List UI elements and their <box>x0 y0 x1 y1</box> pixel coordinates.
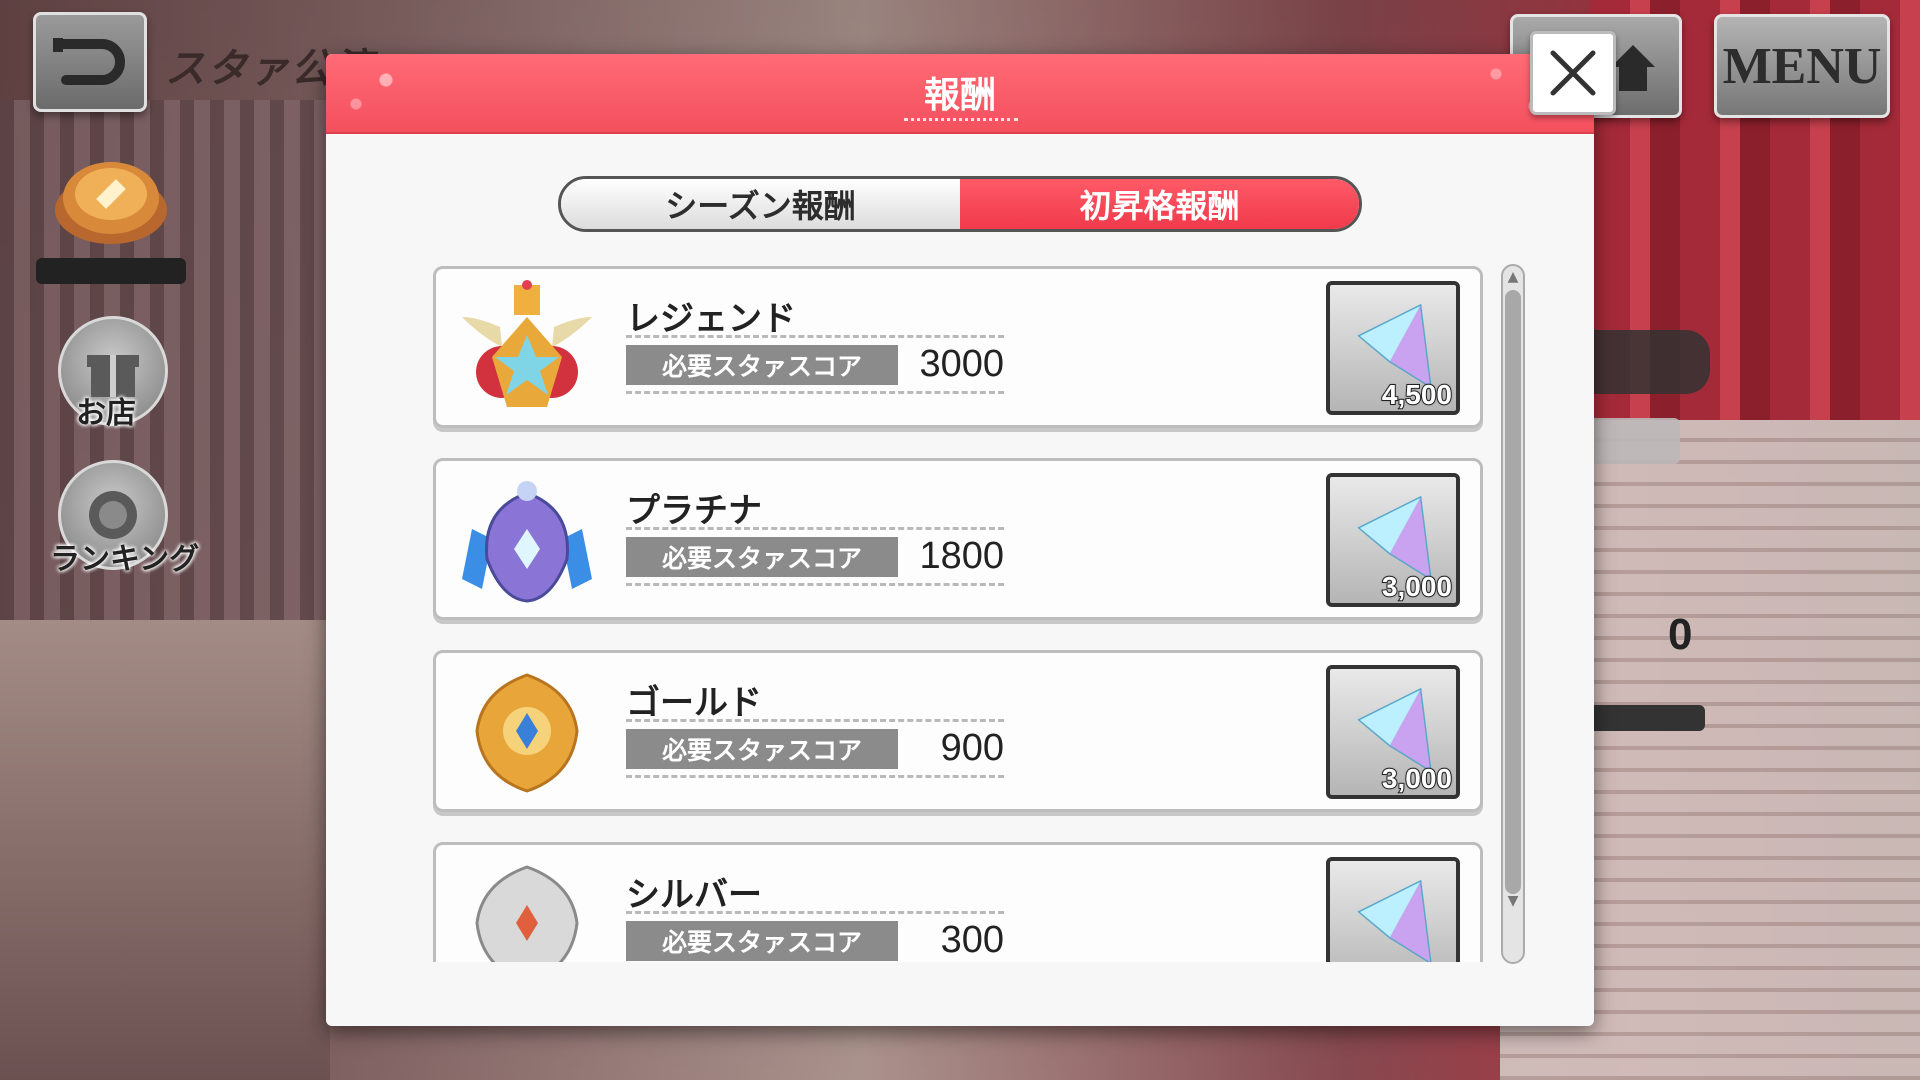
chevron-down-icon[interactable]: ▼ <box>1506 894 1520 908</box>
reward-row-legend: レジェンド 必要スタァスコア 3000 4,500 <box>433 266 1483 428</box>
menu-button[interactable]: MENU <box>1714 14 1890 118</box>
shop-label: お店 <box>76 396 136 431</box>
required-score-label: 必要スタァスコア <box>626 921 898 961</box>
reward-item[interactable] <box>1326 857 1460 962</box>
divider <box>626 335 1004 338</box>
reward-list[interactable]: レジェンド 必要スタァスコア 3000 4,500 プラチナ 必要スタァスコア … <box>433 266 1483 962</box>
tab-first-promotion-rewards[interactable]: 初昇格報酬 <box>960 179 1359 229</box>
divider <box>626 527 1004 530</box>
dialog-header: 報酬 <box>326 54 1594 134</box>
divider <box>626 911 1004 914</box>
star-gem-icon <box>1357 879 1432 962</box>
reward-tabs: シーズン報酬 初昇格報酬 <box>558 176 1362 232</box>
silver-emblem-icon <box>475 865 579 962</box>
dialog-title: 報酬 <box>923 75 996 116</box>
required-score-value: 900 <box>940 727 1004 769</box>
background-counter: 0 <box>1668 610 1693 659</box>
required-score-label: 必要スタァスコア <box>626 537 898 577</box>
required-score-label: 必要スタァスコア <box>626 345 898 385</box>
coin-counter-bar <box>36 258 186 284</box>
close-icon <box>1550 50 1596 96</box>
coin-icon <box>55 162 167 244</box>
reward-item[interactable]: 3,000 <box>1326 665 1460 799</box>
rewards-dialog: 報酬 シーズン報酬 初昇格報酬 レジェンド 必要スタァスコア 3000 4,50… <box>326 54 1594 1026</box>
background-bar <box>1575 705 1705 731</box>
reward-row-silver: シルバー 必要スタァスコア 300 <box>433 842 1483 962</box>
tab-season-rewards[interactable]: シーズン報酬 <box>561 179 960 229</box>
back-button[interactable] <box>33 12 147 112</box>
background-floor <box>0 620 330 1080</box>
list-scrollbar[interactable]: ▲ ▼ <box>1501 264 1525 964</box>
back-arrow-icon <box>53 38 125 85</box>
divider <box>626 775 1004 778</box>
platinum-emblem-icon <box>462 481 592 603</box>
scroll-thumb[interactable] <box>1505 290 1521 894</box>
reward-item[interactable]: 3,000 <box>1326 473 1460 607</box>
required-score-value: 1800 <box>919 535 1004 577</box>
rank-name: ゴールド <box>626 683 762 723</box>
reward-row-gold: ゴールド 必要スタァスコア 900 3,000 <box>433 650 1483 812</box>
rank-name: レジェンド <box>626 299 796 339</box>
close-button[interactable] <box>1530 31 1616 115</box>
required-score-value: 3000 <box>919 343 1004 385</box>
reward-count: 3,000 <box>1381 570 1453 603</box>
divider <box>626 391 1004 394</box>
divider <box>626 719 1004 722</box>
ranking-label: ランキング <box>50 542 200 577</box>
reward-count: 4,500 <box>1381 378 1453 411</box>
gold-emblem-icon <box>475 673 579 793</box>
rank-name: プラチナ <box>626 491 762 531</box>
reward-item[interactable]: 4,500 <box>1326 281 1460 415</box>
divider <box>626 583 1004 586</box>
title-underline <box>904 118 1018 121</box>
legend-emblem-icon <box>462 280 592 407</box>
reward-count: 3,000 <box>1381 762 1453 795</box>
required-score-value: 300 <box>940 919 1004 961</box>
chevron-up-icon[interactable]: ▲ <box>1506 270 1520 284</box>
rank-name: シルバー <box>626 875 762 915</box>
reward-row-platinum: プラチナ 必要スタァスコア 1800 3,000 <box>433 458 1483 620</box>
required-score-label: 必要スタァスコア <box>626 729 898 769</box>
